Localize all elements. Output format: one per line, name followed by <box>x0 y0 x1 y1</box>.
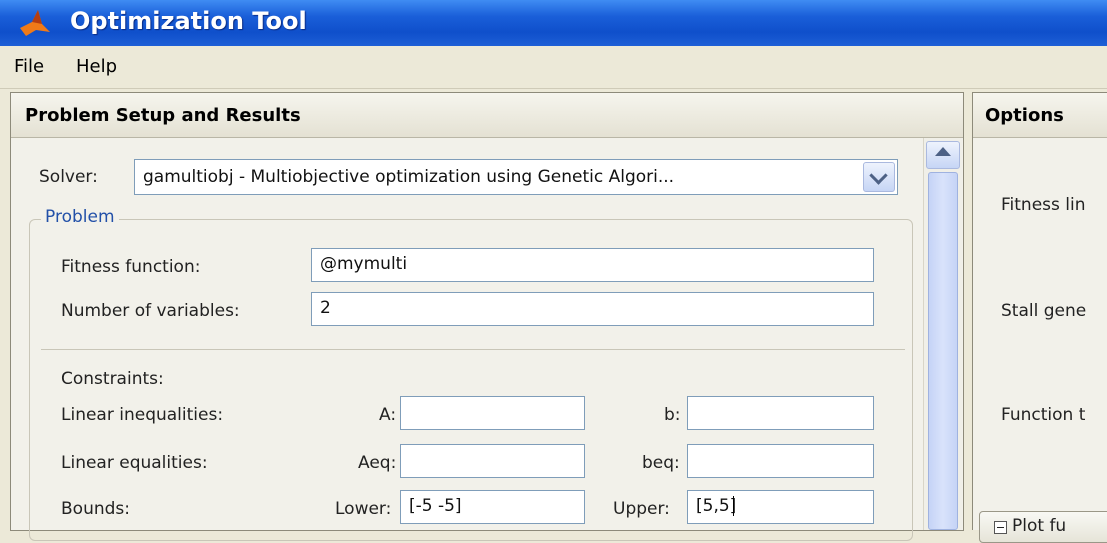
bounds-label: Bounds: <box>61 499 130 519</box>
upper-bounds-value: [5,5] <box>696 496 737 516</box>
upper-bounds-input[interactable]: [5,5] <box>687 490 874 524</box>
b-vector-input[interactable] <box>687 396 874 430</box>
option-label-fitness-limit: Fitness lin <box>1001 195 1086 215</box>
constraints-label: Constraints: <box>61 369 164 389</box>
option-label-function-tolerance: Function t <box>1001 405 1086 425</box>
number-of-variables-input[interactable]: 2 <box>311 292 874 326</box>
problem-panel-header: Problem Setup and Results <box>11 93 963 138</box>
lower-label: Lower: <box>335 499 392 519</box>
aeq-matrix-input[interactable] <box>400 444 585 478</box>
a-label: A: <box>379 405 397 425</box>
a-matrix-input[interactable] <box>400 396 585 430</box>
constraints-divider <box>41 349 905 350</box>
aeq-label: Aeq: <box>358 453 397 473</box>
solver-dropdown-button[interactable] <box>863 162 895 192</box>
text-cursor <box>733 496 735 516</box>
collapse-icon <box>994 521 1007 534</box>
beq-label: beq: <box>642 453 680 473</box>
menu-bar: File Help <box>0 46 1107 89</box>
fitness-function-input[interactable]: @mymulti <box>311 248 874 282</box>
b-label: b: <box>664 405 681 425</box>
lower-bounds-input[interactable]: [-5 -5] <box>400 490 585 524</box>
problem-group-title: Problem <box>41 207 119 227</box>
upper-label: Upper: <box>613 499 670 519</box>
matlab-logo-icon <box>20 10 50 36</box>
scroll-up-button[interactable] <box>926 141 960 169</box>
option-label-stall-generations: Stall gene <box>1001 301 1087 321</box>
options-panel-header: Options <box>973 93 1107 138</box>
window-title: Optimization Tool <box>70 7 307 35</box>
menu-file[interactable]: File <box>14 56 44 77</box>
chevron-down-icon <box>869 166 888 185</box>
plot-functions-toggle[interactable]: Plot fu <box>979 511 1107 543</box>
plot-functions-label: Plot fu <box>1012 516 1067 536</box>
options-panel: Options Fitness lin Stall gene Function … <box>972 92 1107 543</box>
chevron-up-icon <box>935 147 951 156</box>
problem-panel-title: Problem Setup and Results <box>25 105 301 126</box>
problem-setup-panel: Problem Setup and Results Solver: gamult… <box>10 92 964 541</box>
vertical-scrollbar[interactable] <box>923 138 962 530</box>
beq-vector-input[interactable] <box>687 444 874 478</box>
title-bar: Optimization Tool <box>0 0 1107 46</box>
scroll-thumb[interactable] <box>928 172 958 530</box>
solver-label: Solver: <box>39 167 98 187</box>
options-panel-title: Options <box>985 105 1064 126</box>
linear-inequalities-label: Linear inequalities: <box>61 405 224 425</box>
solver-value: gamultiobj - Multiobjective optimization… <box>143 167 675 187</box>
solver-select[interactable]: gamultiobj - Multiobjective optimization… <box>134 159 898 195</box>
menu-help[interactable]: Help <box>76 56 117 77</box>
fitness-function-label: Fitness function: <box>61 257 201 277</box>
number-of-variables-label: Number of variables: <box>61 301 240 321</box>
linear-equalities-label: Linear equalities: <box>61 453 208 473</box>
